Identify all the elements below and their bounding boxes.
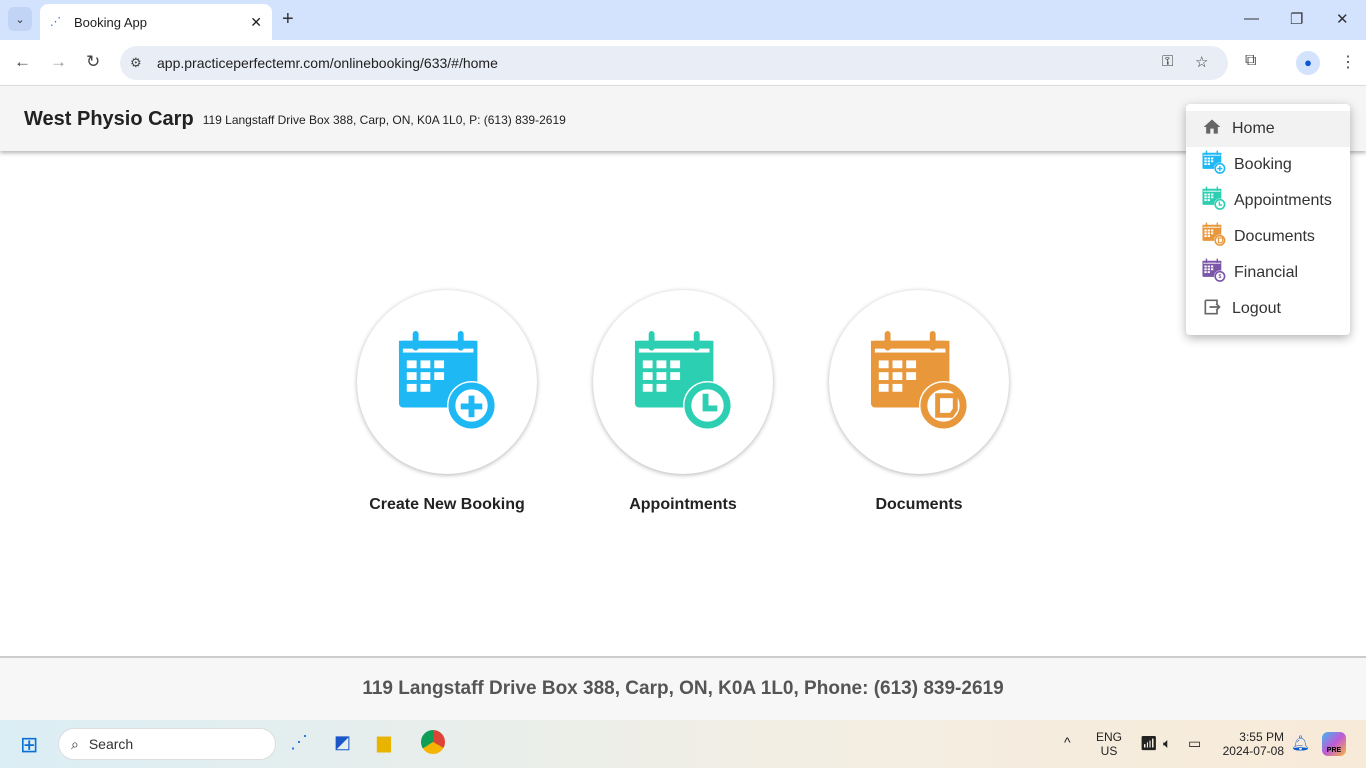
taskbar-search[interactable]: ⌕ Search xyxy=(58,728,276,760)
search-icon: ⌕ xyxy=(71,735,79,752)
wifi-icon[interactable]: 📶︎ xyxy=(1140,735,1158,752)
menu-item-label: Financial xyxy=(1234,264,1299,281)
close-tab-icon[interactable]: ✕ xyxy=(250,14,262,31)
card-label: Create New Booking xyxy=(369,496,525,513)
windows-taskbar: ⊞ ⌕ Search ⋰ ◩ ▆ ^ ENG US 📶︎ 🔈︎ ▭ 3:55 PM 2… xyxy=(0,720,1366,768)
chrome-taskbar-icon[interactable] xyxy=(421,730,445,754)
bookmark-star-icon[interactable]: ☆ xyxy=(1195,53,1208,71)
appointments-button[interactable] xyxy=(593,290,773,474)
browser-menu-icon[interactable]: ⋮ xyxy=(1340,52,1356,72)
menu-item-documents[interactable]: Documents xyxy=(1186,219,1350,255)
menu-item-label: Logout xyxy=(1232,300,1281,317)
app-taskbar-icon[interactable]: ◩ xyxy=(334,732,351,753)
calendar-plus-icon xyxy=(1202,150,1234,179)
calendar-document-icon xyxy=(869,329,969,436)
time: 3:55 PM xyxy=(1239,730,1284,744)
new-tab-button[interactable]: + xyxy=(282,8,294,31)
forward-button[interactable]: → xyxy=(50,52,67,72)
appointments-card[interactable]: Appointments xyxy=(593,290,773,514)
notification-bell-icon[interactable]: 🔔︎ xyxy=(1291,734,1310,752)
close-window-button[interactable]: ✕ xyxy=(1336,10,1349,28)
browser-tab[interactable]: ⋰ Booking App ✕ xyxy=(40,4,272,40)
date: 2024-07-08 xyxy=(1222,744,1284,758)
svg-text:$: $ xyxy=(1218,274,1221,280)
language-code: ENG xyxy=(1096,730,1123,744)
copilot-badge: PRE xyxy=(1326,747,1342,754)
language-indicator[interactable]: ENG US xyxy=(1096,730,1122,758)
windows-start-icon[interactable]: ⊞ xyxy=(20,732,38,758)
menu-item-label: Home xyxy=(1232,120,1275,137)
clock[interactable]: 3:55 PM 2024-07-08 xyxy=(1220,730,1284,758)
calendar-clock-icon xyxy=(1202,186,1234,215)
menu-item-label: Documents xyxy=(1234,228,1315,245)
extensions-icon[interactable]: ⧉ xyxy=(1245,52,1256,70)
back-button[interactable]: ← xyxy=(14,52,31,72)
battery-icon[interactable]: ▭ xyxy=(1188,735,1201,752)
documents-card[interactable]: Documents xyxy=(829,290,1009,514)
footer: 119 Langstaff Drive Box 388, Carp, ON, K… xyxy=(0,656,1366,720)
show-hidden-icons-chevron[interactable]: ^ xyxy=(1064,734,1071,750)
keyboard-region: US xyxy=(1100,744,1118,758)
app-header: West Physio Carp 119 Langstaff Drive Box… xyxy=(0,87,1366,151)
copilot-icon[interactable]: PRE xyxy=(1322,732,1346,756)
tab-search-button[interactable]: ⌄ xyxy=(8,7,32,31)
clinic-address: 119 Langstaff Drive Box 388, Carp, ON, K… xyxy=(202,113,566,127)
menu-item-booking[interactable]: Booking xyxy=(1186,147,1350,183)
card-label: Appointments xyxy=(629,496,737,513)
restore-button[interactable]: ❐ xyxy=(1290,10,1303,28)
site-info-icon[interactable]: ⚙ xyxy=(130,55,142,71)
favicon-icon: ⋰ xyxy=(50,16,61,28)
search-placeholder: Search xyxy=(88,736,134,752)
create-booking-card[interactable]: Create New Booking xyxy=(357,290,537,514)
tab-title: Booking App xyxy=(74,14,148,30)
documents-button[interactable] xyxy=(829,290,1009,474)
file-explorer-icon[interactable]: ▆ xyxy=(377,732,391,753)
browser-tab-bar: ⌄ ⋰ Booking App ✕ + — ❐ ✕ xyxy=(0,0,1366,40)
calendar-clock-icon xyxy=(633,329,733,436)
menu-item-appointments[interactable]: Appointments xyxy=(1186,183,1350,219)
calendar-document-icon xyxy=(1202,222,1234,251)
clinic-name: West Physio Carp xyxy=(24,107,194,130)
booking-app-taskbar-icon[interactable]: ⋰ xyxy=(290,732,308,753)
home-icon xyxy=(1202,117,1232,142)
reload-button[interactable]: ↻ xyxy=(86,52,100,72)
menu-item-logout[interactable]: Logout xyxy=(1186,291,1350,327)
volume-icon[interactable]: 🔈︎ xyxy=(1163,735,1171,752)
url-text: app.practiceperfectemr.com/onlinebooking… xyxy=(157,55,498,71)
minimize-button[interactable]: — xyxy=(1244,10,1259,27)
profile-avatar[interactable]: ● xyxy=(1296,51,1320,75)
card-label: Documents xyxy=(875,496,963,513)
menu-item-financial[interactable]: $ Financial xyxy=(1186,255,1350,291)
footer-address: 119 Langstaff Drive Box 388, Carp, ON, K… xyxy=(362,678,1004,699)
nav-dropdown-menu: Home Booking Appointments Documents $ Fin… xyxy=(1186,104,1350,335)
create-booking-button[interactable] xyxy=(357,290,537,474)
password-key-icon[interactable]: ⚿ xyxy=(1162,53,1173,70)
address-bar[interactable]: ⚙ app.practiceperfectemr.com/onlinebooki… xyxy=(120,46,1228,80)
menu-item-label: Appointments xyxy=(1234,192,1332,209)
menu-item-home[interactable]: Home xyxy=(1186,111,1350,147)
browser-toolbar: ← → ↻ ⚙ app.practiceperfectemr.com/onlin… xyxy=(0,40,1366,86)
logout-icon xyxy=(1202,297,1232,322)
calendar-dollar-icon: $ xyxy=(1202,258,1234,287)
menu-item-label: Booking xyxy=(1234,156,1292,173)
calendar-plus-icon xyxy=(397,329,497,436)
